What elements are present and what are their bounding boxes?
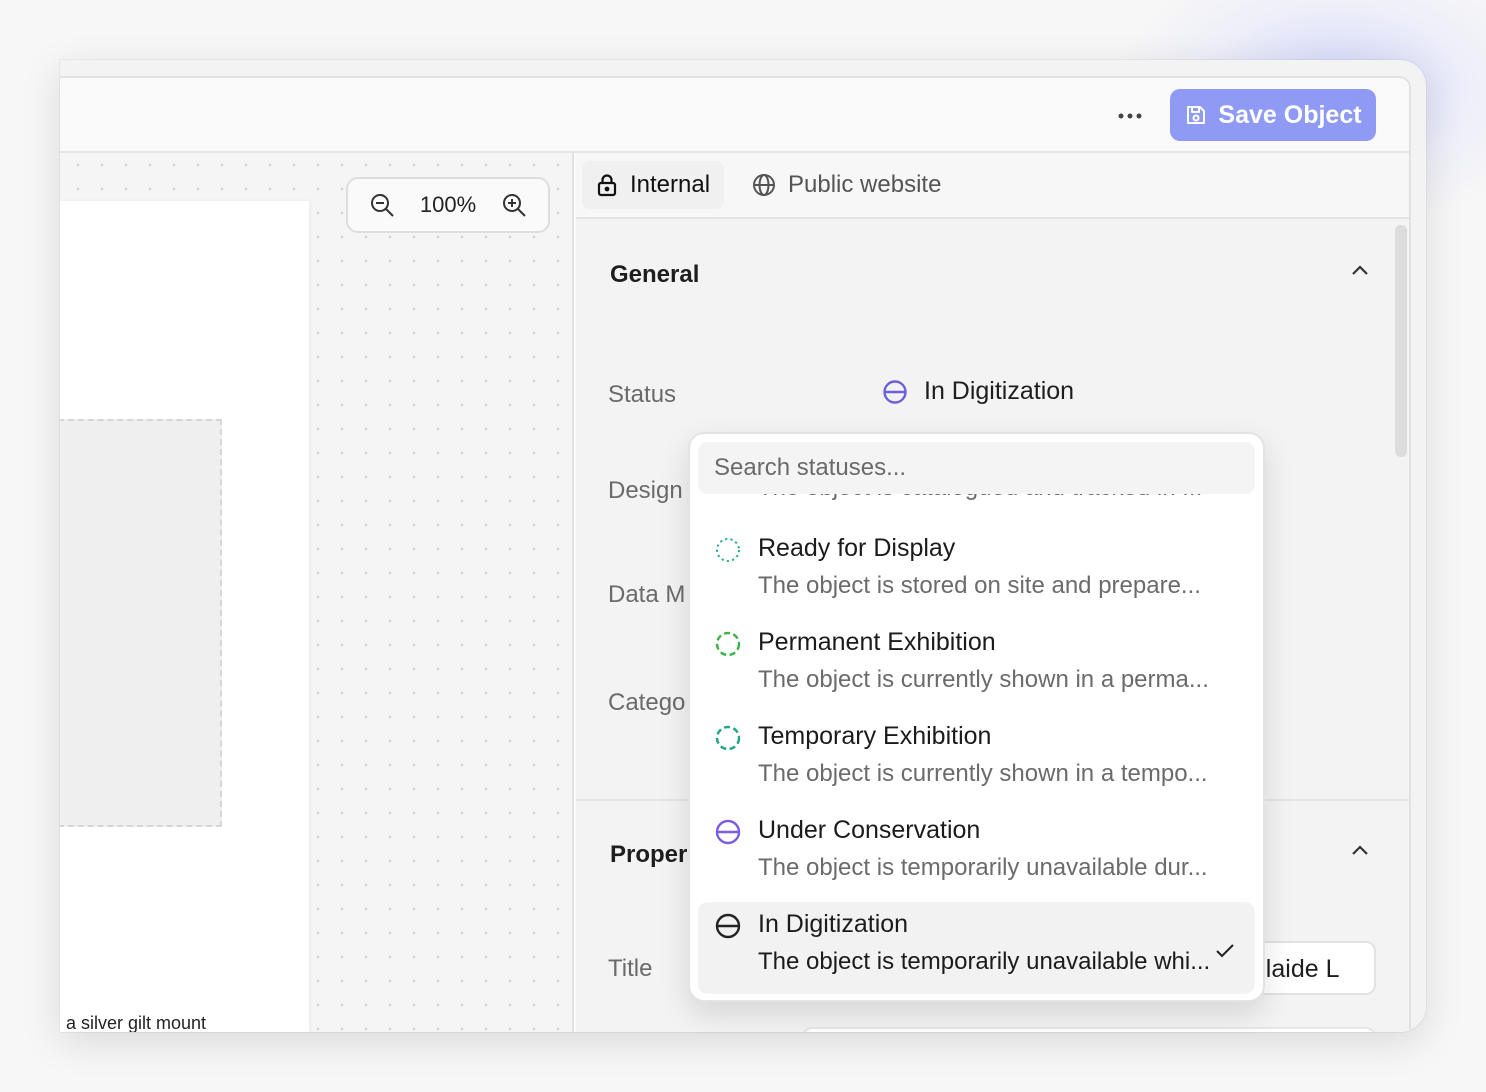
status-dropdown: The object is catalogued and tracked in … xyxy=(688,432,1265,1002)
check-icon xyxy=(1216,944,1234,958)
tab-public-website[interactable]: Public website xyxy=(738,161,955,209)
next-field-input[interactable] xyxy=(802,1027,1376,1032)
more-horizontal-icon xyxy=(1118,113,1142,119)
collapse-general-chevron-icon[interactable] xyxy=(1348,259,1372,283)
status-label: Status xyxy=(608,381,677,408)
title-input[interactable]: delaide L xyxy=(1256,941,1376,995)
option-description: The object is currently shown in a perma… xyxy=(758,666,1209,693)
top-toolbar: Save Object xyxy=(60,78,1409,153)
under-conservation-status-icon xyxy=(715,819,741,845)
more-options-button[interactable] xyxy=(1110,98,1150,134)
save-object-label: Save Object xyxy=(1218,100,1362,129)
collapse-properties-chevron-icon[interactable] xyxy=(1348,839,1372,863)
design-label: Design xyxy=(608,477,683,504)
save-object-button[interactable]: Save Object xyxy=(1170,89,1376,141)
page-caption: a silver gilt mount xyxy=(66,1013,207,1032)
data-label: Data M xyxy=(608,581,686,608)
zoom-out-icon xyxy=(371,194,394,217)
ready-for-display-status-icon xyxy=(716,538,740,562)
status-options-list: The object is catalogued and tracked in … xyxy=(690,434,1263,1000)
option-description: The object is currently shown in a tempo… xyxy=(758,760,1208,787)
status-option-under-conservation[interactable]: Under Conservation The object is tempora… xyxy=(698,808,1255,900)
temporary-exhibition-status-icon xyxy=(715,725,741,751)
panel-scrollbar[interactable] xyxy=(1395,225,1407,457)
status-option-ready-for-display[interactable]: Ready for Display The object is stored o… xyxy=(698,526,1255,618)
tab-internal[interactable]: Internal xyxy=(582,161,725,209)
globe-icon xyxy=(753,174,775,196)
zoom-control: 100% xyxy=(346,177,550,233)
option-description: The object is temporarily unavailable du… xyxy=(758,854,1208,881)
zoom-in-button[interactable] xyxy=(500,191,528,219)
floppy-disk-icon xyxy=(1187,106,1206,124)
option-name: Ready for Display xyxy=(758,534,956,562)
general-section-title: General xyxy=(610,261,700,288)
visibility-tabs: Internal Public website xyxy=(576,153,1409,219)
status-search-input[interactable] xyxy=(698,442,1255,494)
permanent-exhibition-status-icon xyxy=(715,631,741,657)
in-digitization-status-icon xyxy=(883,379,907,404)
lock-icon xyxy=(597,174,617,197)
option-description: The object is stored on site and prepare… xyxy=(758,572,1201,599)
canvas-area[interactable]: a silver gilt mount 100% xyxy=(60,153,574,1032)
in-digitization-option-icon xyxy=(715,913,741,939)
status-option-temporary-exhibition[interactable]: Temporary Exhibition The object is curre… xyxy=(698,714,1255,806)
image-placeholder[interactable] xyxy=(60,419,222,827)
option-name: Temporary Exhibition xyxy=(758,722,992,750)
status-option-in-digitization[interactable]: In Digitization The object is temporaril… xyxy=(698,902,1255,994)
tab-internal-label: Internal xyxy=(630,171,711,198)
zoom-level: 100% xyxy=(419,192,477,217)
zoom-in-icon xyxy=(503,194,526,217)
zoom-out-button[interactable] xyxy=(368,191,396,219)
document-page: a silver gilt mount xyxy=(60,201,309,1032)
status-select[interactable]: In Digitization xyxy=(882,377,1074,406)
category-label: Catego xyxy=(608,689,686,716)
title-label: Title xyxy=(608,955,653,982)
option-name: In Digitization xyxy=(758,910,909,938)
tab-public-website-label: Public website xyxy=(788,171,942,198)
status-value-text: In Digitization xyxy=(924,377,1075,405)
status-option-permanent-exhibition[interactable]: Permanent Exhibition The object is curre… xyxy=(698,620,1255,712)
option-name: Permanent Exhibition xyxy=(758,628,996,656)
option-description: The object is temporarily unavailable wh… xyxy=(758,948,1211,975)
title-input-value: delaide L xyxy=(1258,955,1340,983)
properties-section-title: Proper xyxy=(610,841,688,868)
option-name: Under Conservation xyxy=(758,816,981,844)
